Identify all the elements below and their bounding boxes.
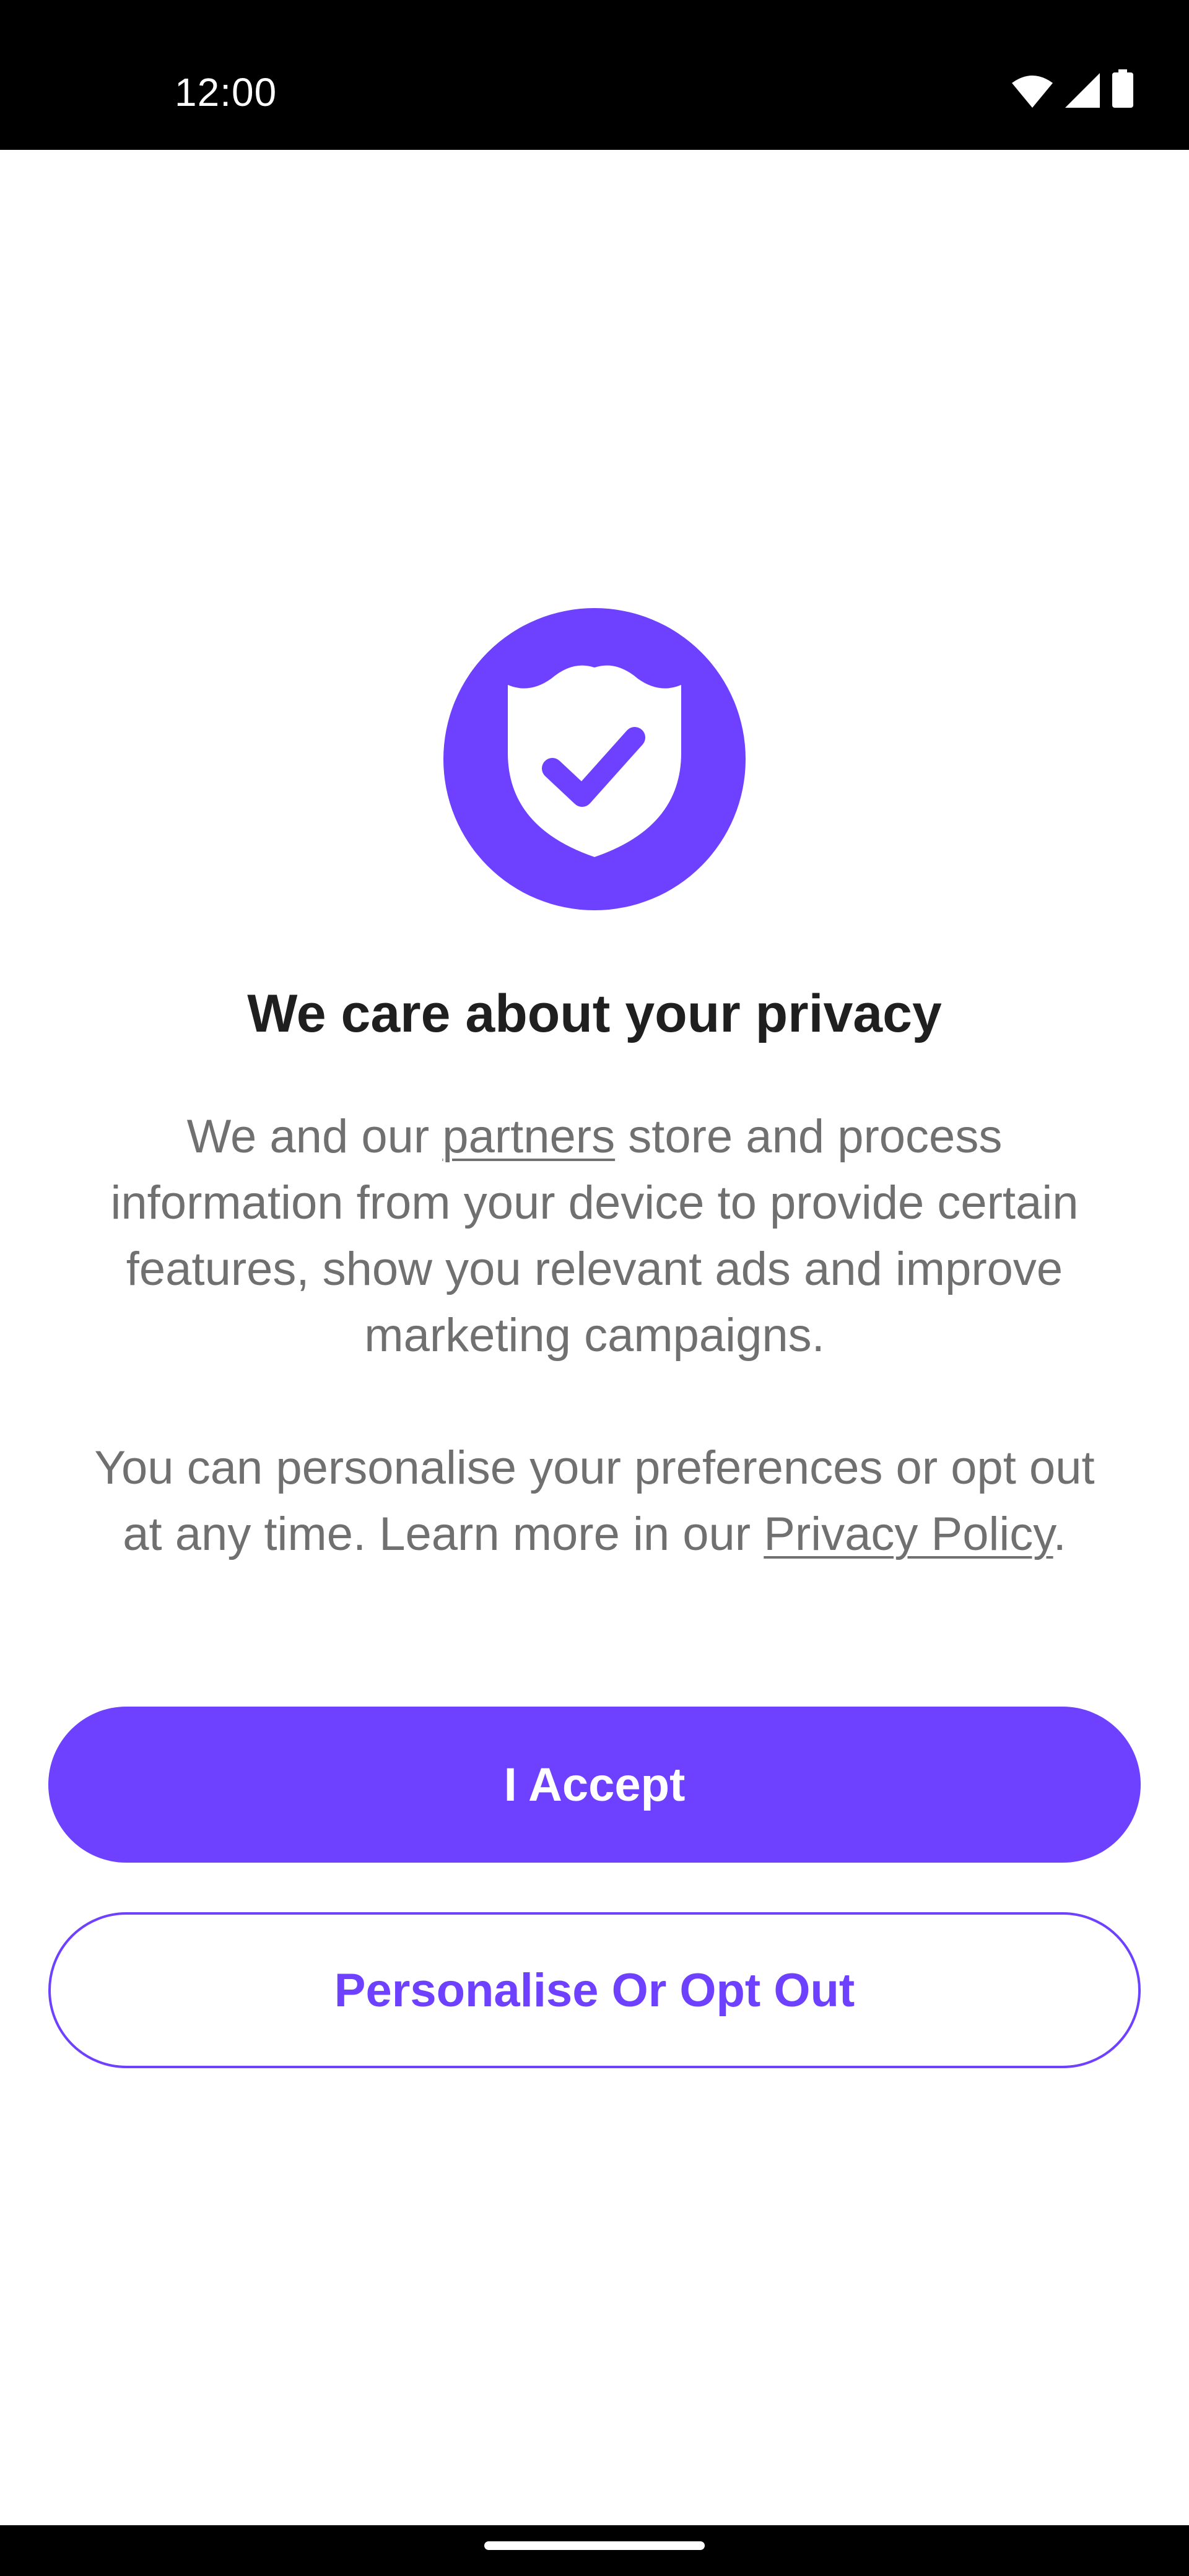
partners-link[interactable]: partners	[442, 1110, 615, 1163]
shield-check-icon	[443, 608, 746, 910]
consent-body: We and our partners store and process in…	[93, 1103, 1096, 1567]
personalise-opt-out-button[interactable]: Personalise Or Opt Out	[48, 1912, 1141, 2068]
page-title: We care about your privacy	[247, 984, 942, 1043]
home-indicator[interactable]	[484, 2541, 705, 2550]
status-bar: 12:00	[0, 0, 1189, 150]
battery-icon	[1112, 69, 1133, 108]
consent-screen: We care about your privacy We and our pa…	[0, 150, 1189, 2525]
status-icons	[1012, 69, 1133, 108]
wifi-icon	[1012, 74, 1053, 108]
privacy-policy-link[interactable]: Privacy Policy	[764, 1508, 1053, 1560]
paragraph1-text-before: We and our	[186, 1110, 443, 1163]
paragraph2-text-after: .	[1053, 1508, 1066, 1560]
accept-button[interactable]: I Accept	[48, 1707, 1141, 1863]
consent-paragraph-1: We and our partners store and process in…	[93, 1103, 1096, 1368]
status-time: 12:00	[175, 70, 277, 115]
cellular-signal-icon	[1065, 73, 1100, 108]
navigation-bar	[0, 2525, 1189, 2576]
consent-paragraph-2: You can personalise your preferences or …	[93, 1435, 1096, 1567]
